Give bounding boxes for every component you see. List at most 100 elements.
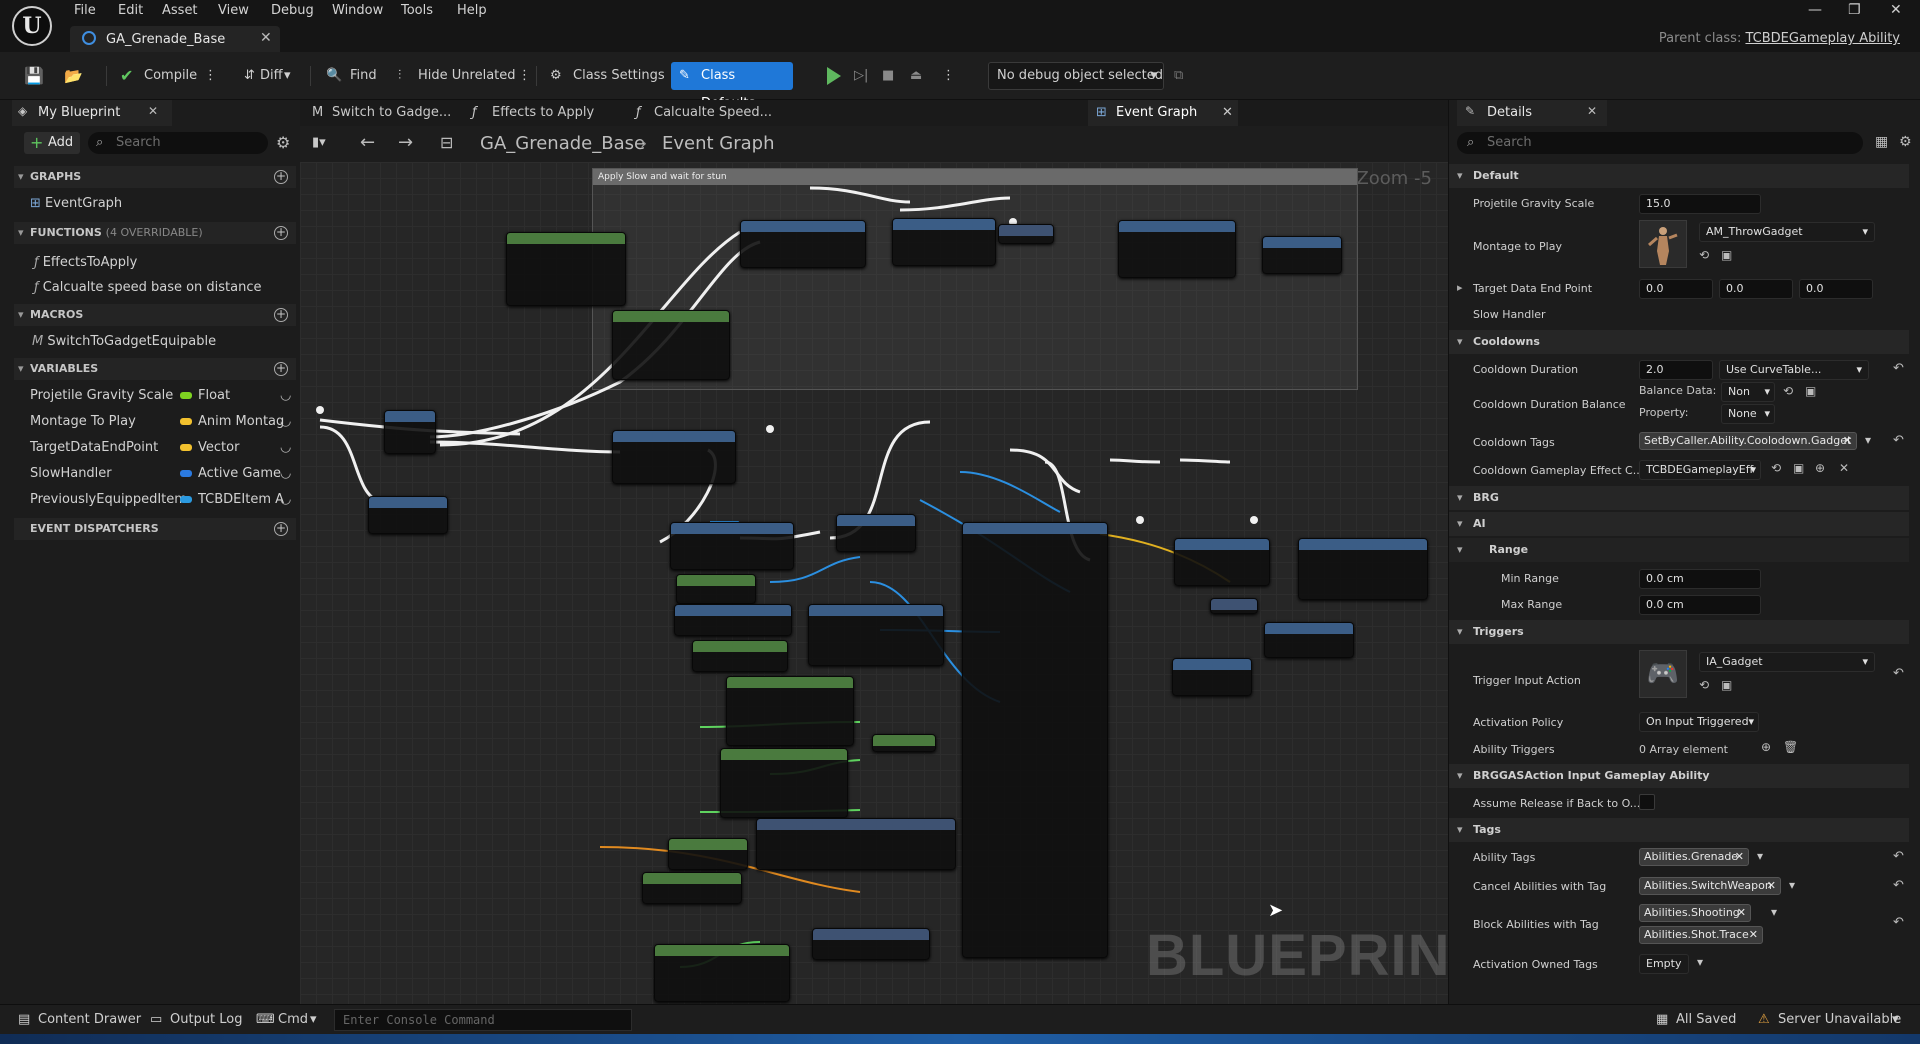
add-macro-icon[interactable]: +: [274, 308, 288, 322]
node-remove-effect[interactable]: [1298, 538, 1428, 600]
category-triggers[interactable]: Triggers: [1449, 620, 1909, 644]
menu-asset[interactable]: Asset: [162, 3, 198, 18]
chevron-down-icon[interactable]: ▾: [1865, 433, 1871, 447]
class-settings-button[interactable]: Class Settings: [573, 64, 665, 88]
document-tab[interactable]: GA_Grenade_Base ✕: [70, 26, 280, 52]
visibility-eye-icon[interactable]: ◡: [280, 440, 291, 455]
menu-file[interactable]: File: [74, 3, 96, 18]
unreal-logo-icon[interactable]: U: [12, 6, 52, 46]
variables-section-header[interactable]: ▾ VARIABLES +: [14, 358, 296, 380]
graph-item-eventgraph[interactable]: ⊞ EventGraph: [30, 196, 122, 211]
chevron-down-icon[interactable]: ▾: [1789, 878, 1795, 892]
menu-window[interactable]: Window: [332, 3, 383, 18]
reset-arrow-icon[interactable]: ↶: [1893, 915, 1904, 930]
function-item[interactable]: ƒ Calcualte speed base on distance: [34, 280, 262, 295]
reset-arrow-icon[interactable]: ↶: [1893, 666, 1904, 681]
add-variable-icon[interactable]: +: [274, 362, 288, 376]
details-search-input[interactable]: ⌕ Search: [1457, 132, 1863, 154]
gear-icon[interactable]: ⚙: [276, 133, 290, 152]
variable-type[interactable]: Anim Montag: [180, 414, 284, 429]
functions-section-header[interactable]: ▾ FUNCTIONS (4 OVERRIDABLE) +: [14, 222, 296, 244]
use-asset-icon[interactable]: ⟲: [1771, 461, 1781, 475]
parent-class-link[interactable]: TCBDEGameplay Ability: [1745, 31, 1900, 46]
gear-icon[interactable]: ⚙: [1899, 134, 1912, 150]
block-tag-chip[interactable]: Abilities.Shot.Trace ✕: [1639, 926, 1763, 944]
chevron-down-icon[interactable]: ▾: [1697, 955, 1703, 969]
use-asset-icon[interactable]: ⟲: [1783, 384, 1793, 398]
play-options-icon[interactable]: ⋮: [942, 64, 955, 88]
compile-icon[interactable]: ✔: [120, 64, 133, 88]
max-range-field[interactable]: 0.0 cm: [1639, 595, 1761, 615]
eject-icon[interactable]: ⏏: [910, 64, 922, 88]
target-end-x-field[interactable]: 0.0: [1639, 279, 1713, 299]
variable-item[interactable]: SlowHandler Active Game ◡: [30, 466, 298, 486]
add-dispatcher-icon[interactable]: +: [274, 522, 288, 536]
variable-type[interactable]: Vector: [180, 440, 239, 455]
category-cooldowns[interactable]: Cooldowns: [1449, 330, 1909, 354]
reset-arrow-icon[interactable]: ↶: [1893, 433, 1904, 448]
chevron-down-icon[interactable]: ▾: [284, 64, 291, 88]
debug-object-select[interactable]: No debug object selected ▾: [988, 62, 1164, 90]
compile-button[interactable]: Compile: [144, 64, 197, 88]
remove-tag-icon[interactable]: ✕: [1843, 433, 1852, 449]
node-get-avatar-actor[interactable]: [642, 872, 742, 904]
node-apply-effect-spec[interactable]: [892, 218, 996, 266]
add-element-icon[interactable]: ⊕: [1761, 740, 1771, 754]
node-assign-tag-magnitude[interactable]: [740, 220, 866, 268]
all-saved-button[interactable]: All Saved: [1676, 1012, 1736, 1027]
add-button[interactable]: + Add: [24, 132, 80, 154]
node-slow-handler[interactable]: [1210, 598, 1258, 614]
category-ai[interactable]: AI: [1449, 512, 1909, 536]
browse-asset-icon[interactable]: ▣: [1721, 248, 1732, 262]
block-tag-chip[interactable]: Abilities.Shooting ✕: [1639, 904, 1751, 922]
variable-item[interactable]: TargetDataEndPoint Vector ◡: [30, 440, 298, 460]
debug-filter-icon[interactable]: ⧉: [1174, 64, 1183, 88]
property-select[interactable]: None ▾: [1721, 404, 1775, 424]
add-icon[interactable]: ⊕: [1815, 461, 1825, 475]
close-icon[interactable]: ✕: [260, 30, 272, 46]
bookmark-icon[interactable]: ▮▾: [312, 135, 326, 150]
balance-data-select[interactable]: Non ▾: [1721, 382, 1775, 402]
add-graph-icon[interactable]: +: [274, 170, 288, 184]
diff-button[interactable]: Diff: [260, 64, 283, 88]
target-end-y-field[interactable]: 0.0: [1719, 279, 1793, 299]
browse-asset-icon[interactable]: ▣: [1793, 461, 1804, 475]
trigger-action-select[interactable]: IA_Gadget ▾: [1699, 652, 1875, 672]
cooldown-curve-select[interactable]: Use CurveTable... ▾: [1719, 360, 1869, 380]
node-end-ability[interactable]: [368, 496, 448, 534]
browse-asset-icon[interactable]: ▣: [1721, 678, 1732, 692]
use-asset-icon[interactable]: ⟲: [1699, 678, 1709, 692]
minimize-icon[interactable]: —: [1808, 2, 1822, 18]
visibility-eye-icon[interactable]: ◡: [280, 388, 291, 403]
close-icon[interactable]: ✕: [148, 104, 158, 118]
forward-arrow-icon[interactable]: →: [398, 132, 413, 153]
graphs-section-header[interactable]: ▾ GRAPHS +: [14, 166, 296, 188]
trash-icon[interactable]: 🗑: [1783, 740, 1798, 754]
category-range[interactable]: Range: [1449, 538, 1909, 562]
node-set[interactable]: [998, 224, 1054, 244]
macro-item[interactable]: M SwitchToGadgetEquipable: [32, 334, 216, 349]
cooldown-duration-field[interactable]: 2.0: [1639, 360, 1713, 380]
category-brggas-action[interactable]: BRGGASAction Input Gameplay Ability: [1449, 764, 1909, 788]
remove-tag-icon[interactable]: ✕: [1737, 905, 1746, 921]
close-icon[interactable]: ✕: [1587, 104, 1597, 118]
close-window-icon[interactable]: ✕: [1890, 2, 1902, 18]
console-command-input[interactable]: Enter Console Command: [334, 1009, 632, 1031]
projetile-gravity-field[interactable]: 15.0: [1639, 194, 1761, 214]
node-wait-gameplay-tag-add[interactable]: [1118, 220, 1236, 278]
function-item[interactable]: ƒ EffectsToApply: [34, 255, 137, 270]
use-asset-icon[interactable]: ⟲: [1699, 248, 1709, 262]
category-default[interactable]: Default: [1449, 164, 1909, 188]
server-status[interactable]: Server Unavailable: [1778, 1012, 1901, 1027]
content-drawer-button[interactable]: Content Drawer: [38, 1012, 141, 1027]
remove-tag-icon[interactable]: ✕: [1749, 927, 1758, 943]
remove-tag-icon[interactable]: ✕: [1767, 878, 1776, 894]
montage-select[interactable]: AM_ThrowGadget ▾: [1699, 222, 1875, 242]
ability-tag-chip[interactable]: Abilities.Grenade ✕: [1639, 848, 1749, 866]
menu-view[interactable]: View: [218, 3, 249, 18]
node-make-outgoing-effect-spec[interactable]: [506, 232, 626, 306]
class-defaults-button[interactable]: ✎ Class Defaults: [671, 62, 793, 111]
menu-tools[interactable]: Tools: [401, 3, 433, 18]
variable-type[interactable]: Active Game: [180, 466, 281, 481]
browse-asset-icon[interactable]: ▣: [1805, 384, 1816, 398]
